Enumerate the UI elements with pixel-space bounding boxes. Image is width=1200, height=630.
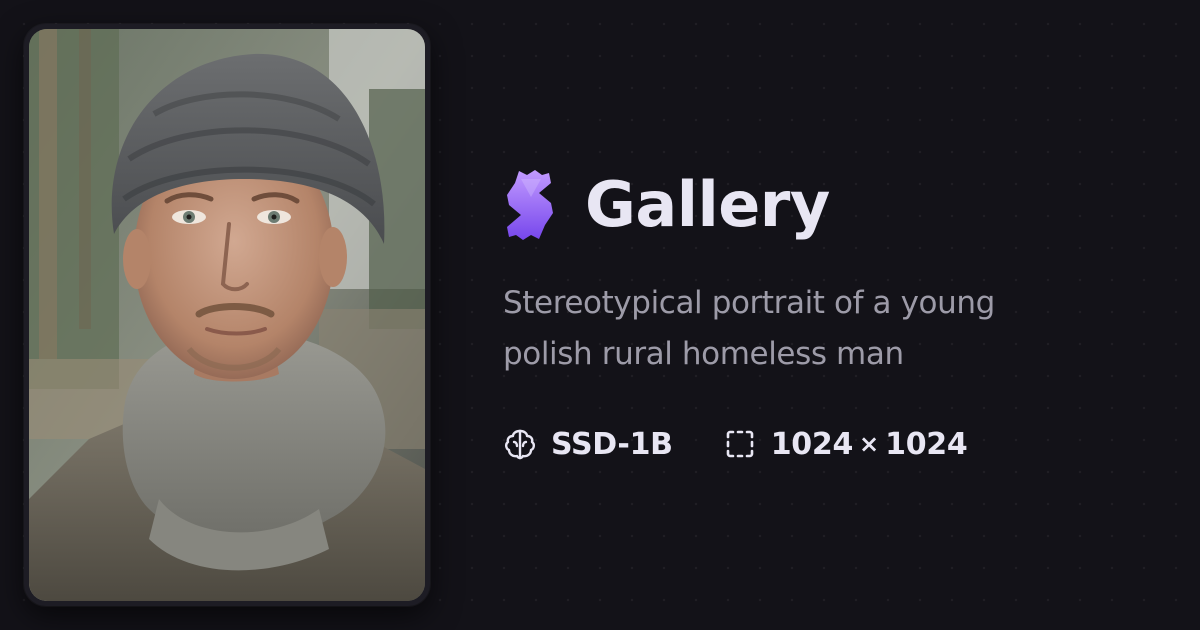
content-panel: Gallery Stereotypical portrait of a youn… <box>503 160 1163 464</box>
og-card: Gallery Stereotypical portrait of a youn… <box>0 0 1200 630</box>
dimensions-meta: 1024 × 1024 <box>723 427 968 462</box>
brain-icon <box>503 427 537 461</box>
page-title: Gallery <box>585 168 830 241</box>
dashed-frame-icon <box>723 427 757 461</box>
meta-row: SSD-1B 1024 × 1024 <box>503 424 1163 464</box>
thumbnail-image <box>29 29 425 601</box>
dimensions-width: 1024 <box>770 426 854 462</box>
title-row: Gallery <box>503 160 1163 250</box>
dimensions-height: 1024 <box>885 426 968 462</box>
image-description: Stereotypical portrait of a young polish… <box>503 285 995 372</box>
spark-logo-icon <box>503 167 557 243</box>
dimensions-separator: × <box>859 430 880 458</box>
model-label: SSD-1B <box>551 426 673 462</box>
model-meta: SSD-1B <box>503 427 673 462</box>
